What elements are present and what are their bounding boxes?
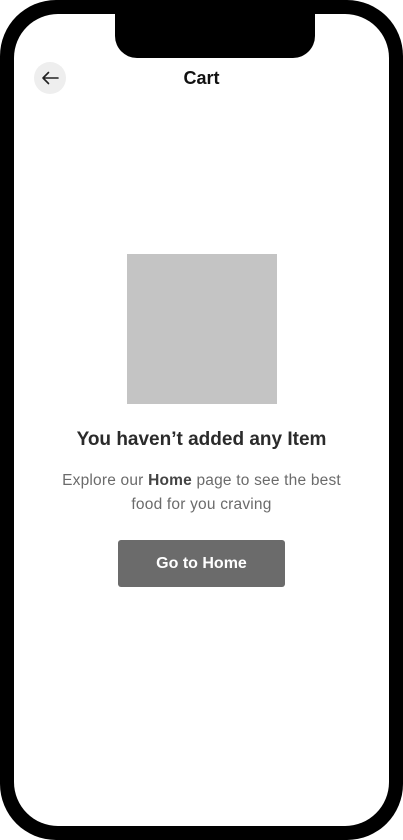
- description-emphasis: Home: [148, 472, 192, 489]
- empty-cart-image-placeholder: [127, 254, 277, 404]
- screen: [14, 14, 389, 826]
- description-prefix: Explore our: [62, 472, 149, 489]
- go-to-home-button[interactable]: Go to Home: [118, 540, 285, 587]
- empty-state-title: You haven’t added any Item: [76, 429, 327, 450]
- empty-state-description: Explore our Home page to see the best fo…: [60, 469, 343, 517]
- phone-frame: [0, 0, 403, 840]
- notch: [115, 14, 315, 58]
- page-title: Cart: [183, 68, 220, 88]
